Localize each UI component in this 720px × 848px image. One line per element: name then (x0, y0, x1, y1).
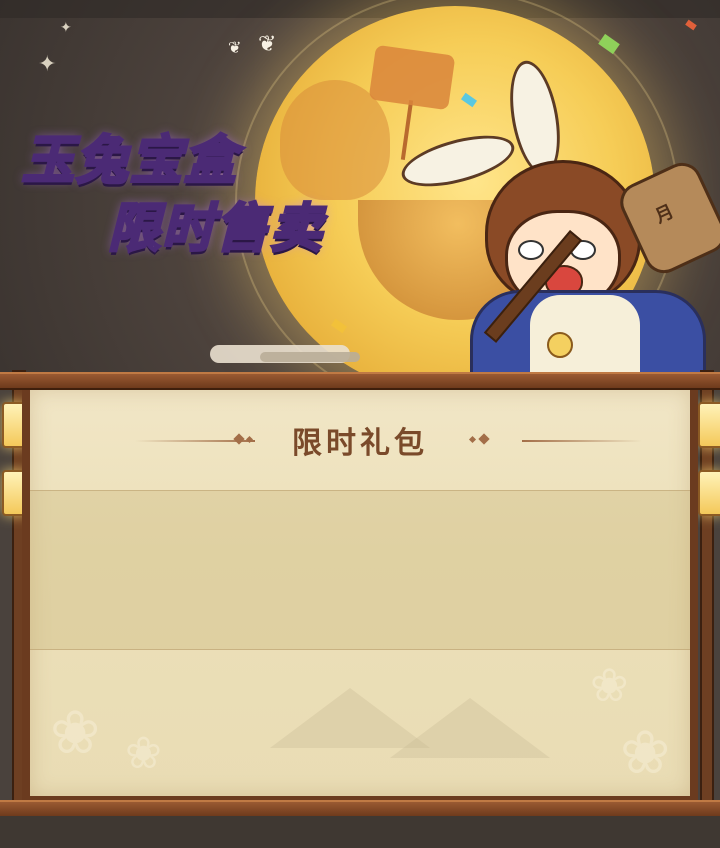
gift-pack-panel: 限时礼包 ❀ ❀ ❀ ❀ (22, 386, 698, 800)
character-eye (518, 240, 544, 260)
bell-icon (547, 332, 573, 358)
character-shirt (530, 295, 640, 380)
event-banner: ✦ ✦ ❦ ❦ 玉兔宝盒 限时售卖 月 (0, 0, 720, 380)
sparkle-icon: ✦ (38, 52, 57, 77)
mountain (390, 698, 550, 758)
divider-right (522, 440, 642, 442)
lotus-icon: ❀ (590, 658, 629, 712)
butterfly-icon: ❦ (258, 32, 277, 57)
event-title-line2: 限时售卖 (106, 198, 325, 261)
rabbit-sign (368, 44, 456, 111)
rabbit-boy-character: 月 (396, 56, 720, 380)
confetti (685, 19, 697, 31)
lotus-icon: ❀ (620, 718, 671, 788)
footer-strip (0, 816, 720, 848)
cloud (260, 352, 360, 362)
gift-list-area[interactable] (30, 490, 690, 650)
scroll-paper: 限时礼包 ❀ ❀ ❀ ❀ (30, 390, 690, 796)
scroll-rod-top (0, 372, 720, 390)
sparkle-icon: ✦ (60, 20, 72, 36)
lotus-landscape: ❀ ❀ ❀ ❀ (30, 648, 690, 796)
section-header: 限时礼包 (30, 390, 690, 488)
butterfly-icon: ❦ (228, 38, 242, 57)
lotus-icon: ❀ (125, 728, 162, 779)
lotus-icon: ❀ (50, 698, 101, 768)
lantern-icon (698, 402, 720, 448)
event-title-line1: 玉兔宝盒 (20, 130, 239, 193)
lantern-icon (698, 470, 720, 516)
